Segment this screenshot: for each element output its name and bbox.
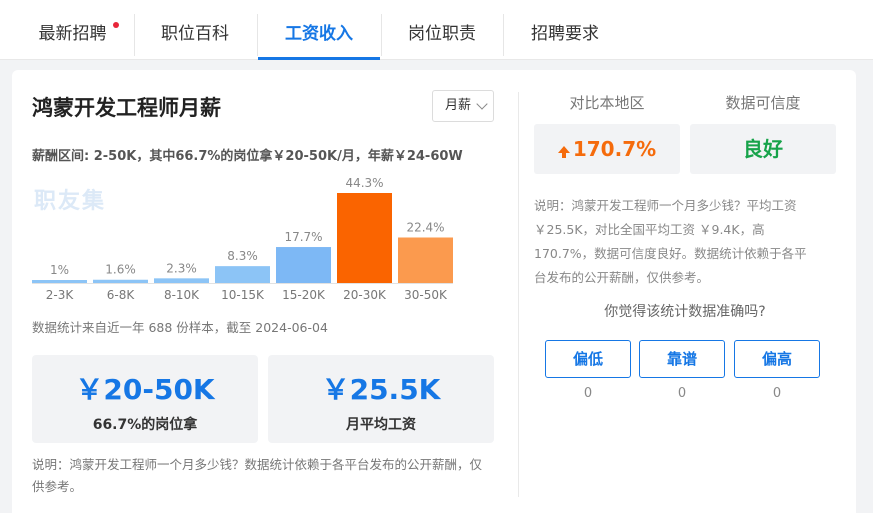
vertical-divider	[518, 92, 519, 497]
salary-card: 鸿蒙开发工程师月薪 月薪 薪酬区间: 2-50K，其中66.7%的岗位拿￥20-…	[12, 70, 856, 513]
tab-duties[interactable]: 岗位职责	[382, 12, 502, 59]
page-title: 鸿蒙开发工程师月薪	[32, 96, 221, 120]
local-compare-box: 170.7%	[534, 124, 680, 174]
chart-value-label: 2.3%	[166, 261, 197, 275]
chart-bar-6-8K	[93, 279, 148, 283]
average-salary-label: 月平均工资	[346, 417, 416, 433]
new-badge-dot	[113, 22, 119, 28]
chart-category-label: 2-3K	[46, 288, 75, 302]
salary-note: 说明：鸿蒙开发工程师一个月多少钱？数据统计依赖于各平台发布的公开薪酬，仅供参考。	[32, 457, 483, 494]
chart-category-label: 8-10K	[164, 288, 200, 302]
chart-value-label: 1%	[50, 263, 69, 277]
chart-svg: 1% 2-3K 1.6% 6-8K 2.3% 8-10K 8.3% 10-15K 17.7% 15…	[32, 176, 453, 302]
sample-note: 数据统计来自近一年 688 份样本，截至 2024-06-04	[32, 320, 328, 335]
chart-category-label: 10-15K	[221, 288, 265, 302]
tab-label: 职位百科	[161, 24, 229, 44]
local-compare-header: 对比本地区	[569, 94, 645, 112]
tab-label: 招聘要求	[531, 24, 599, 44]
average-salary-box: ￥25.5K 月平均工资	[268, 355, 494, 443]
chart-value-label: 17.7%	[284, 230, 322, 244]
tab-latest-jobs[interactable]: 最新招聘	[14, 12, 131, 59]
chart-value-label: 1.6%	[105, 263, 136, 277]
accuracy-question: 你觉得该统计数据准确吗?	[604, 304, 766, 320]
chart-bar-30-50K	[398, 237, 453, 283]
salary-range-summary: 薪酬区间: 2-50K，其中66.7%的岗位拿￥20-50K/月，年薪￥24-6…	[32, 149, 463, 164]
chart-category-label: 6-8K	[107, 288, 136, 302]
chart-value-label: 22.4%	[406, 220, 444, 234]
chart-bar-8-10K	[154, 278, 209, 283]
chevron-down-icon	[476, 98, 488, 110]
tab-requirements[interactable]: 招聘要求	[504, 12, 626, 59]
vote-accurate-button[interactable]: 靠谱	[639, 340, 725, 378]
salary-distribution-chart: 1% 2-3K 1.6% 6-8K 2.3% 8-10K 8.3% 10-15K 17.7% 15…	[32, 170, 457, 305]
salary-range-label: 66.7%的岗位拿	[92, 417, 198, 433]
local-compare-value: 170.7%	[572, 137, 657, 161]
tab-label: 岗位职责	[408, 24, 476, 44]
vote-high-button[interactable]: 偏高	[734, 340, 820, 378]
tab-bar: 最新招聘 职位百科 工资收入 岗位职责 招聘要求	[0, 0, 873, 60]
salary-range-box: ￥20-50K 66.7%的岗位拿	[32, 355, 258, 443]
chart-bar-15-20K	[276, 247, 331, 283]
chart-category-label: 20-30K	[343, 288, 387, 302]
chart-bar-2-3K	[32, 280, 87, 283]
tab-label: 最新招聘	[38, 24, 107, 44]
tab-encyclopedia[interactable]: 职位百科	[135, 12, 255, 59]
salary-range-value: ￥20-50K	[75, 373, 215, 406]
reliability-box: 良好	[690, 124, 836, 174]
period-select-value: 月薪	[445, 98, 472, 113]
average-salary-value: ￥25.5K	[321, 373, 441, 406]
chart-value-label: 44.3%	[345, 176, 383, 190]
tab-label: 工资收入	[285, 24, 353, 44]
tab-salary[interactable]: 工资收入	[258, 12, 380, 60]
chart-bar-10-15K	[215, 266, 270, 283]
vote-low-count: 0	[583, 386, 593, 401]
vote-accurate-count: 0	[677, 386, 687, 401]
arrow-up-icon	[557, 146, 570, 158]
chart-bar-20-30K	[337, 193, 392, 283]
chart-category-label: 30-50K	[404, 288, 448, 302]
reliability-value: 良好	[743, 137, 783, 161]
reliability-header: 数据可信度	[725, 94, 801, 112]
compare-note: 说明：鸿蒙开发工程师一个月多少钱？平均工资 ￥25.5K，对比全国平均工资 ￥9…	[534, 198, 807, 285]
vote-high-count: 0	[772, 386, 782, 401]
chart-category-label: 15-20K	[282, 288, 326, 302]
chart-value-label: 8.3%	[227, 249, 258, 263]
period-select[interactable]: 月薪	[432, 90, 494, 122]
vote-low-button[interactable]: 偏低	[545, 340, 631, 378]
